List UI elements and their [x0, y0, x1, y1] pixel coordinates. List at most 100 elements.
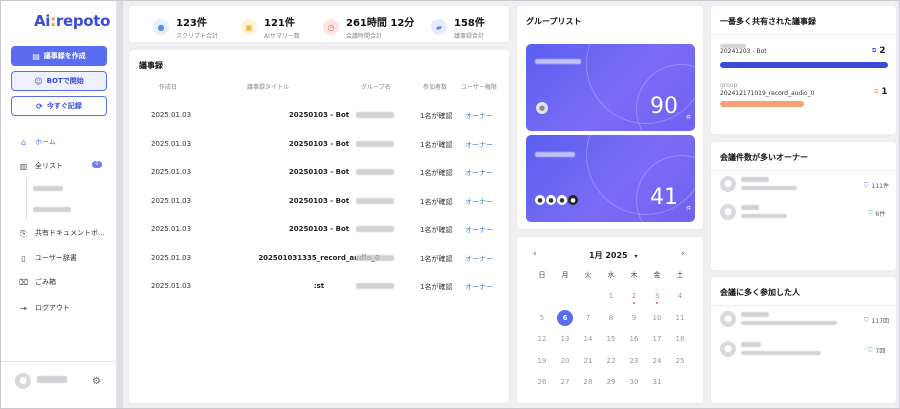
calendar-day[interactable]: 24	[649, 357, 665, 365]
cell-role[interactable]: オーナー	[465, 254, 493, 264]
calendar-day[interactable]: 17	[649, 335, 665, 343]
stat-value: 261時間 12分	[346, 18, 415, 29]
cell-role[interactable]: オーナー	[465, 225, 493, 235]
cell-role[interactable]: オーナー	[465, 111, 493, 121]
calendar-day[interactable]: 10	[649, 314, 665, 322]
cell-title[interactable]: 202501031335_record_audio_0	[209, 254, 429, 262]
calendar-day[interactable]: 4	[672, 292, 688, 300]
cell-title[interactable]: :st	[209, 282, 429, 290]
owner-count-value: 111件	[871, 183, 889, 190]
calendar-day[interactable]: 11	[672, 314, 688, 322]
cell-title[interactable]: 20250103 - Bot	[209, 225, 429, 233]
owner-count: ⛉ 6件	[868, 209, 886, 219]
sub-list-item[interactable]	[33, 185, 63, 193]
shared-bar	[720, 101, 804, 107]
start-bot-button[interactable]: ☺ BOTで開始	[11, 71, 107, 91]
owner-count-value: 6件	[875, 211, 886, 218]
calendar-day[interactable]: 28	[580, 378, 596, 386]
logo-ai: Ai	[34, 12, 51, 30]
month-selector[interactable]: 1月 2025 ▾	[589, 250, 637, 261]
cell-participants: 1名が確認	[420, 140, 453, 149]
sidebar-item-logout[interactable]: ⇥ ログアウト	[19, 303, 70, 313]
calendar-day[interactable]: 12	[534, 335, 550, 343]
group-count-unit: 件	[686, 206, 692, 212]
calendar-day[interactable]: 26	[534, 378, 550, 386]
script-icon: ●	[153, 19, 169, 35]
gear-icon[interactable]: ⚙	[92, 376, 101, 387]
sidebar-item-user-dictionary[interactable]: ▯ ユーザー辞書	[19, 253, 77, 263]
group-card[interactable]: ● ● ● ● 41 件	[526, 135, 695, 222]
calendar-day[interactable]: 9	[626, 314, 642, 322]
calendar-day[interactable]: 21	[580, 357, 596, 365]
cell-title[interactable]: 20250103 - Bot	[209, 168, 429, 176]
group-count: 90	[650, 94, 678, 119]
stat-scripts: ● 123件 スクリプト合計	[153, 14, 218, 40]
calendar-weekday: 月	[561, 271, 569, 279]
cell-title[interactable]: 20250103 - Bot	[209, 140, 429, 148]
calendar-day[interactable]: 2	[626, 292, 642, 300]
calendar-day[interactable]: 30	[626, 378, 642, 386]
cell-group	[356, 140, 394, 149]
sub-list-item[interactable]	[33, 206, 71, 214]
calendar-day[interactable]: 14	[580, 335, 596, 343]
shared-item-name[interactable]: 20241203 - Bot	[720, 48, 767, 55]
sidebar-scrollbar[interactable]	[117, 1, 123, 408]
calendar-day[interactable]: 19	[534, 357, 550, 365]
minutes-title: 議事録	[139, 61, 163, 70]
minutes-panel: 議事録 作成日 議事録タイトル グループ名 参加者数 ユーザー権限 2025.0…	[128, 49, 510, 404]
calendar-day[interactable]: 16	[626, 335, 642, 343]
calendar-day[interactable]: 25	[672, 357, 688, 365]
document-list-icon: ▥	[19, 161, 28, 171]
column-header: ユーザー権限	[461, 84, 497, 91]
cell-role[interactable]: オーナー	[465, 197, 493, 207]
sidebar-item-shared-documents[interactable]: ⎘ 共有ドキュメントボ...	[19, 228, 104, 238]
column-header: グループ名	[361, 84, 391, 91]
top-participants-title: 会議に多く参加した人	[720, 288, 800, 297]
calendar-day[interactable]: 8	[603, 314, 619, 322]
cell-title[interactable]: 20250103 - Bot	[209, 197, 429, 205]
cell-date: 2025.01.03	[151, 225, 192, 233]
calendar-day[interactable]: 5	[534, 314, 550, 322]
calendar-day[interactable]: 23	[626, 357, 642, 365]
cell-role[interactable]: オーナー	[465, 282, 493, 292]
group-list-title: グループリスト	[526, 17, 582, 26]
stats-panel: ● 123件 スクリプト合計 ▣ 121件 AIサマリー数 ◷ 261時間 12分会…	[128, 5, 510, 43]
next-month-icon[interactable]: ›	[681, 249, 685, 259]
prev-month-icon[interactable]: ‹	[533, 249, 537, 259]
calendar-day[interactable]: 6	[557, 309, 573, 326]
calendar-day[interactable]: 3	[649, 292, 665, 300]
cell-title[interactable]: 20250103 - Bot	[209, 111, 429, 119]
group-list-panel: グループリスト ● 90 件 ● ● ● ● 41 件	[516, 5, 704, 230]
top-owners-title: 会議件数が多いオーナー	[720, 153, 808, 162]
calendar-day[interactable]: 15	[603, 335, 619, 343]
calendar-day[interactable]: 18	[672, 335, 688, 343]
sidebar-item-home[interactable]: ⌂ ホーム	[19, 137, 56, 147]
calendar-day[interactable]: 13	[557, 335, 573, 343]
avatar: ●	[720, 176, 736, 192]
shared-item-name[interactable]: 202412171019_record_audio_0	[720, 90, 814, 97]
summary-icon: ▣	[241, 19, 257, 35]
create-minutes-button[interactable]: ▤ 議事録を作成	[11, 46, 107, 66]
avatar[interactable]: ●	[15, 373, 31, 389]
cell-date: 2025.01.03	[151, 253, 192, 262]
calendar-day[interactable]: 27	[557, 378, 573, 386]
stat-meeting-time: ◷ 261時間 12分 会議時間合計	[323, 14, 414, 40]
cell-role[interactable]: オーナー	[465, 168, 493, 178]
cell-date: 2025.01.03	[151, 282, 192, 290]
calendar-day[interactable]: 20	[557, 357, 573, 365]
sidebar-item-trash[interactable]: ⌧ ごみ箱	[19, 277, 56, 287]
sidebar-item-all-list[interactable]: ▥ 全リスト	[19, 161, 63, 171]
all-list-badge: 0	[92, 161, 102, 168]
calendar-day[interactable]: 31	[649, 378, 665, 386]
calendar-day[interactable]: 1	[603, 292, 619, 300]
calendar-day[interactable]: 7	[580, 314, 596, 322]
column-header: 議事録タイトル	[247, 84, 290, 91]
cell-role[interactable]: オーナー	[465, 140, 493, 150]
stat-label: スクリプト合計	[176, 33, 219, 40]
calendar-day[interactable]: 29	[603, 378, 619, 386]
app-logo[interactable]: Ai:repoto	[34, 12, 110, 30]
share-icon: ⧉	[872, 47, 877, 54]
record-now-button[interactable]: ⟳ 今すぐ記録	[11, 96, 107, 116]
group-card[interactable]: ● 90 件	[526, 44, 695, 131]
calendar-day[interactable]: 22	[603, 357, 619, 365]
